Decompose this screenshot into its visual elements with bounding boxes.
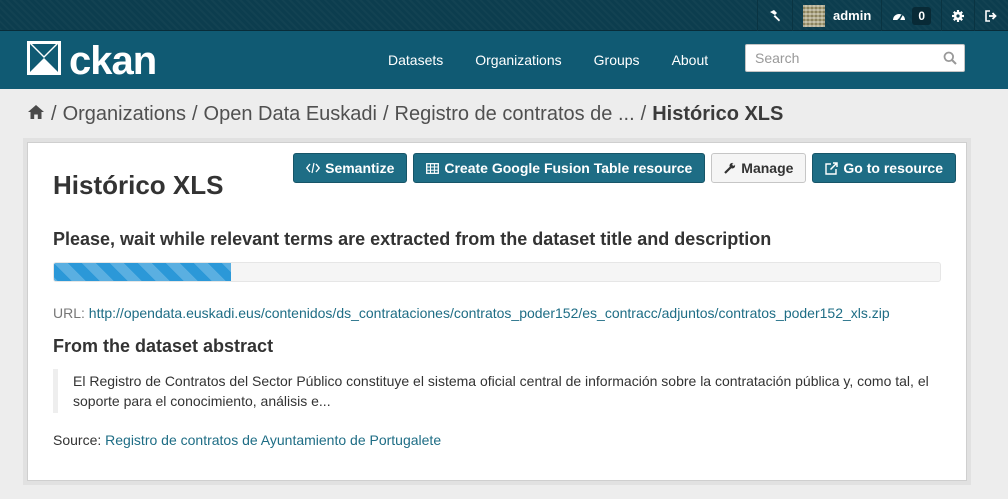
nav-datasets[interactable]: Datasets bbox=[372, 31, 459, 89]
home-icon[interactable] bbox=[27, 103, 45, 126]
resource-url-link[interactable]: http://opendata.euskadi.eus/contenidos/d… bbox=[89, 305, 890, 321]
user-link[interactable]: admin bbox=[792, 0, 881, 31]
breadcrumb-separator: / bbox=[51, 103, 57, 125]
go-to-resource-button[interactable]: Go to resource bbox=[812, 153, 956, 183]
breadcrumb-organization[interactable]: Open Data Euskadi bbox=[204, 103, 377, 126]
sysadmin-link[interactable] bbox=[757, 0, 792, 31]
sign-out-icon bbox=[985, 9, 998, 22]
breadcrumb-separator: / bbox=[191, 103, 198, 125]
search-input[interactable] bbox=[746, 45, 926, 71]
breadcrumb-active-resource[interactable]: Histórico XLS bbox=[652, 103, 783, 126]
go-to-resource-label: Go to resource bbox=[843, 160, 943, 176]
wrench-icon bbox=[724, 162, 741, 174]
account-items: admin 0 bbox=[757, 0, 1008, 31]
logout-link[interactable] bbox=[974, 0, 1008, 31]
account-masthead: admin 0 bbox=[0, 0, 1008, 31]
create-fusion-table-button[interactable]: Create Google Fusion Table resource bbox=[413, 153, 706, 183]
breadcrumb-separator: / bbox=[640, 103, 647, 125]
resource-title: Histórico XLS bbox=[53, 170, 224, 200]
progress-bar bbox=[53, 262, 941, 282]
abstract-quote: El Registro de Contratos del Sector Públ… bbox=[53, 369, 933, 413]
main-nav: Datasets Organizations Groups About bbox=[372, 31, 724, 89]
resource-actions: Semantize Create Google Fusion Table res… bbox=[293, 153, 956, 183]
gear-icon bbox=[952, 9, 964, 22]
ckan-logo-icon bbox=[27, 41, 61, 80]
dashboard-link[interactable]: 0 bbox=[881, 0, 941, 31]
code-icon bbox=[306, 162, 325, 174]
resource-panel: Semantize Create Google Fusion Table res… bbox=[27, 142, 967, 481]
dashboard-icon bbox=[892, 10, 906, 22]
external-link-icon bbox=[825, 161, 843, 175]
nav-organizations[interactable]: Organizations bbox=[459, 31, 577, 89]
notifications-badge: 0 bbox=[912, 6, 931, 25]
source-dataset-link[interactable]: Registro de contratos de Ayuntamiento de… bbox=[105, 432, 441, 448]
breadcrumb-dataset[interactable]: Registro de contratos de ... bbox=[395, 103, 635, 126]
breadcrumb: / Organizations / Open Data Euskadi / Re… bbox=[27, 103, 783, 126]
resource-url-line: URL: http://opendata.euskadi.eus/conteni… bbox=[53, 305, 890, 321]
ckan-logo[interactable]: ckan bbox=[27, 38, 157, 83]
source-line: Source: Registro de contratos de Ayuntam… bbox=[53, 432, 441, 448]
avatar bbox=[803, 4, 826, 27]
progress-bar-fill bbox=[54, 263, 232, 281]
table-icon bbox=[426, 162, 444, 174]
username: admin bbox=[833, 8, 872, 23]
site-search bbox=[745, 44, 965, 72]
wait-message: Please, wait while relevant terms are ex… bbox=[53, 229, 772, 249]
semantize-button[interactable]: Semantize bbox=[293, 153, 408, 183]
settings-link[interactable] bbox=[941, 0, 974, 31]
breadcrumb-organizations[interactable]: Organizations bbox=[63, 103, 186, 126]
masthead: ckan Datasets Organizations Groups About bbox=[0, 31, 1008, 89]
sysadmin-hammer-icon bbox=[768, 9, 782, 23]
search-icon[interactable] bbox=[943, 51, 957, 70]
semantize-label: Semantize bbox=[325, 160, 395, 176]
nav-groups[interactable]: Groups bbox=[578, 31, 656, 89]
breadcrumb-separator: / bbox=[382, 103, 389, 125]
create-fusion-table-label: Create Google Fusion Table resource bbox=[444, 160, 693, 176]
manage-button[interactable]: Manage bbox=[711, 153, 807, 183]
logo-text: ckan bbox=[69, 38, 157, 83]
manage-label: Manage bbox=[741, 160, 794, 176]
nav-about[interactable]: About bbox=[656, 31, 725, 89]
url-label: URL: bbox=[53, 305, 85, 321]
abstract-heading: From the dataset abstract bbox=[53, 336, 274, 356]
source-label: Source: bbox=[53, 432, 102, 448]
